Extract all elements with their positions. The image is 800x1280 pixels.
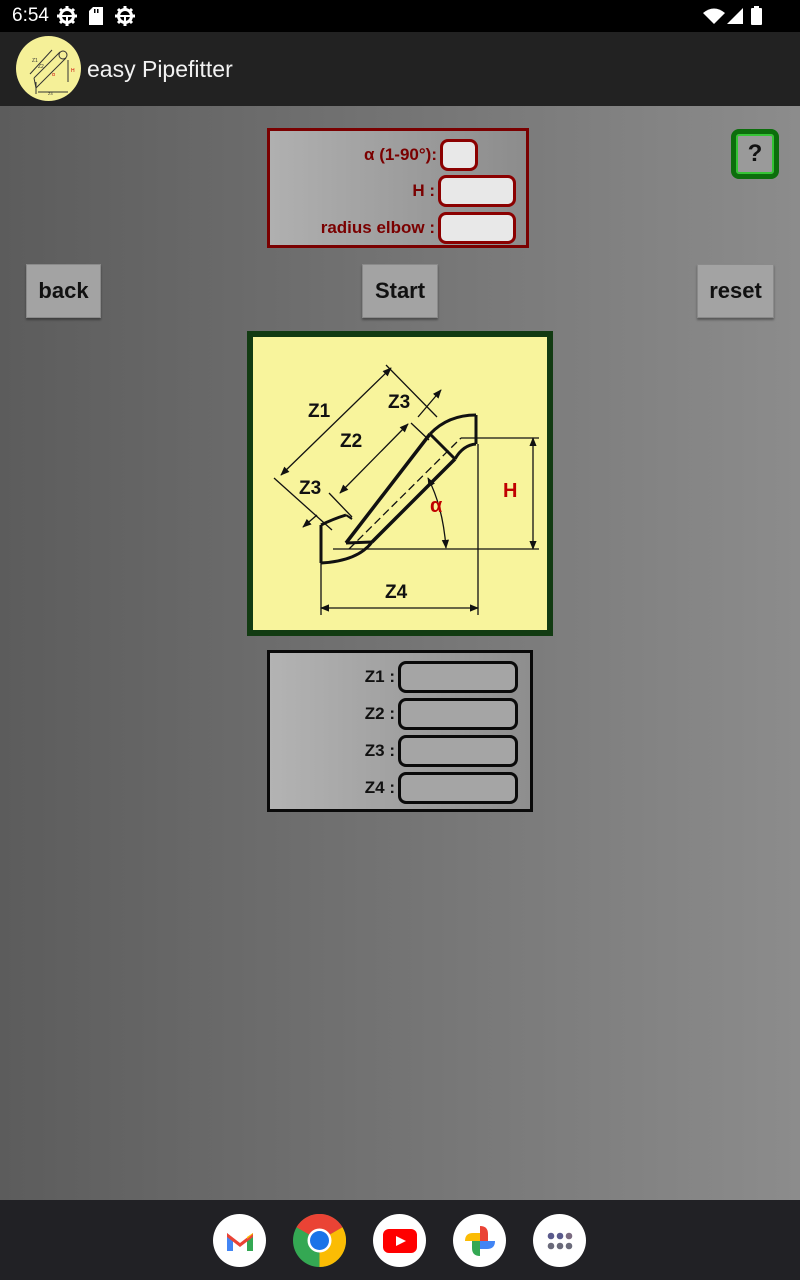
app-logo: Z1 Z2 Z4 H α: [16, 36, 81, 101]
chrome-icon[interactable]: [293, 1214, 346, 1267]
photos-icon[interactable]: [453, 1214, 506, 1267]
settings-gear-icon: [115, 6, 135, 31]
svg-text:Z4: Z4: [48, 91, 53, 96]
h-input[interactable]: [438, 175, 516, 207]
battery-icon: [751, 6, 762, 30]
alpha-label: α (1-90°):: [364, 145, 437, 164]
z3-top-label: Z3: [388, 392, 410, 413]
z4-output-label: Z4 :: [364, 778, 395, 797]
reset-button[interactable]: reset: [697, 264, 774, 318]
gmail-icon[interactable]: [213, 1214, 266, 1267]
z1-label: Z1: [308, 401, 331, 422]
z1-output-label: Z1 :: [364, 667, 395, 686]
radius-elbow-label: radius elbow :: [320, 218, 435, 237]
z2-output-field: [398, 698, 518, 730]
input-panel: α (1-90°): H : radius elbow :: [267, 128, 529, 248]
settings-gear-icon: [57, 6, 77, 31]
svg-text:H: H: [71, 68, 75, 74]
output-row-z1: Z1 :: [365, 661, 518, 693]
app-drawer-icon[interactable]: [533, 1214, 586, 1267]
z4-output-field: [398, 772, 518, 804]
svg-text:α: α: [52, 72, 55, 78]
cell-signal-icon: [727, 8, 743, 29]
status-bar: 6:54: [0, 0, 800, 32]
radius-elbow-input[interactable]: [438, 212, 516, 244]
app-bar: Z1 Z2 Z4 H α easy Pipefitter: [0, 32, 800, 106]
back-button[interactable]: back: [26, 264, 101, 318]
help-button[interactable]: ?: [731, 129, 779, 179]
z3-output-label: Z3 :: [364, 741, 395, 760]
output-row-z4: Z4 :: [365, 772, 518, 804]
output-row-z3: Z3 :: [365, 735, 518, 767]
alpha-row: α (1-90°):: [364, 139, 478, 171]
z4-label: Z4: [385, 582, 408, 603]
youtube-icon[interactable]: [373, 1214, 426, 1267]
alpha-label: α: [430, 495, 443, 517]
output-panel: Z1 : Z2 : Z3 : Z4 :: [267, 650, 533, 812]
h-row: H :: [412, 175, 516, 207]
z1-output-field: [398, 661, 518, 693]
elbow-diagram: Z1 Z2 Z3 Z3 Z4 H α: [247, 331, 553, 636]
alpha-input[interactable]: [440, 139, 478, 171]
z2-output-label: Z2 :: [364, 704, 395, 723]
radius-row: radius elbow :: [321, 212, 516, 244]
status-time: 6:54: [12, 5, 49, 26]
svg-text:Z2: Z2: [38, 64, 44, 70]
start-button[interactable]: Start: [362, 264, 438, 318]
z2-label: Z2: [340, 431, 362, 452]
wifi-icon: [703, 8, 725, 29]
h-label: H: [503, 480, 517, 502]
z3-bottom-label: Z3: [299, 478, 321, 499]
output-row-z2: Z2 :: [365, 698, 518, 730]
sd-card-icon: [89, 7, 103, 30]
z3-output-field: [398, 735, 518, 767]
h-label: H :: [412, 181, 435, 200]
main-content: α (1-90°): H : radius elbow : ? back Sta…: [0, 106, 800, 1200]
app-title: easy Pipefitter: [87, 56, 233, 82]
taskbar-dock: [0, 1200, 800, 1280]
